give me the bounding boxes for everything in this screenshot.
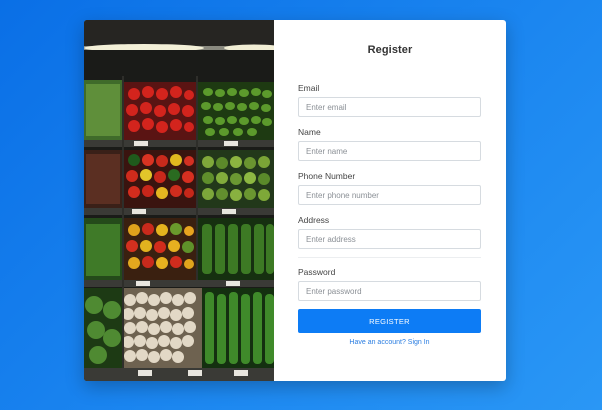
produce-photo bbox=[84, 20, 274, 381]
register-card: Register Email Name Phone Number Address… bbox=[84, 20, 506, 381]
email-label: Email bbox=[298, 83, 320, 93]
phone-number-label: Phone Number bbox=[298, 171, 356, 181]
form-divider bbox=[298, 257, 481, 258]
email-field[interactable] bbox=[298, 97, 481, 117]
register-form: Register Email Name Phone Number Address… bbox=[274, 20, 506, 381]
phone-number-field[interactable] bbox=[298, 185, 481, 205]
name-label: Name bbox=[298, 127, 321, 137]
password-label: Password bbox=[298, 267, 336, 277]
form-title: Register bbox=[367, 44, 413, 56]
address-label: Address bbox=[298, 215, 330, 225]
password-field[interactable] bbox=[298, 281, 481, 301]
register-button[interactable]: REGISTER bbox=[298, 309, 481, 333]
address-field[interactable] bbox=[298, 229, 481, 249]
sign-in-link[interactable]: Have an account? Sign In bbox=[298, 339, 481, 346]
name-field[interactable] bbox=[298, 141, 481, 161]
